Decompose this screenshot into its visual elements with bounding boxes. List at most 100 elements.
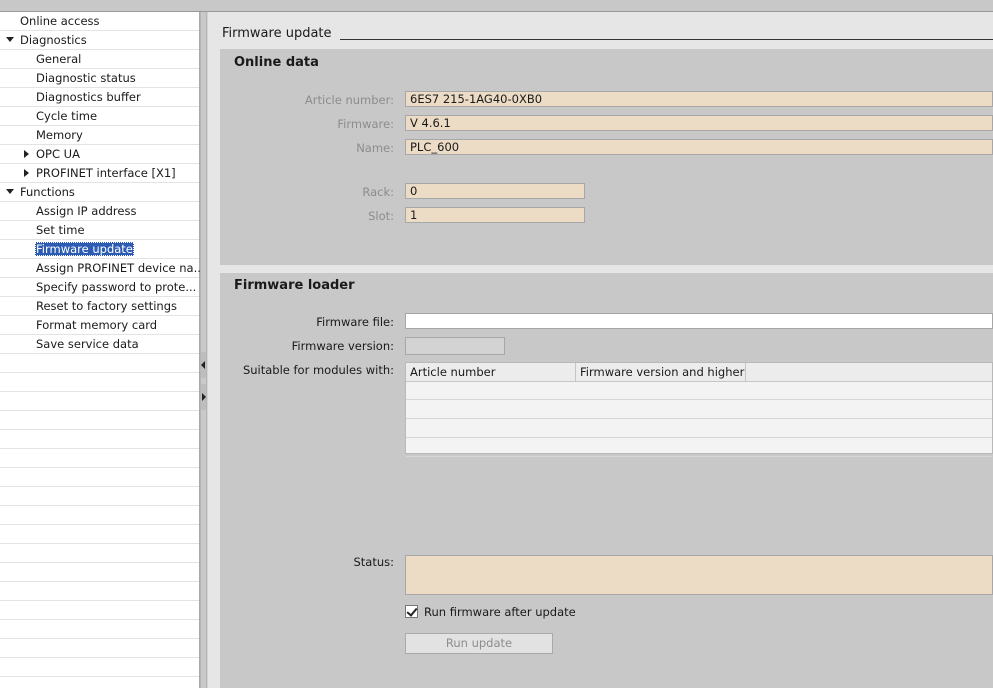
panel-splitter[interactable] [200, 12, 207, 688]
expand-down-icon[interactable] [6, 37, 14, 42]
navigation-tree: Online access Diagnostics General Diagno… [0, 12, 205, 688]
chevron-right-icon [202, 393, 206, 401]
article-number-field: 6ES7 215-1AG40-0XB0 [405, 91, 993, 107]
tree-item-opc-ua[interactable]: OPC UA [0, 145, 199, 164]
tree-empty-row [0, 563, 199, 582]
tree-empty-row [0, 411, 199, 430]
tree-empty-row [0, 373, 199, 392]
article-number-label: Article number: [304, 93, 394, 107]
tree-empty-row [0, 430, 199, 449]
tree-item-label: Assign PROFINET device na... [36, 261, 205, 275]
firmware-loader-section: Firmware loader Firmware file: Firmware … [220, 273, 993, 688]
suitable-modules-table[interactable]: Article number Firmware version and high… [405, 362, 993, 457]
tree-empty-row [0, 525, 199, 544]
table-header: Article number Firmware version and high… [406, 363, 992, 382]
table-row[interactable] [406, 438, 992, 457]
tree-item-format-memory-card[interactable]: Format memory card [0, 316, 199, 335]
table-row[interactable] [406, 419, 992, 438]
tree-empty-row [0, 468, 199, 487]
run-after-update-label[interactable]: Run firmware after update [424, 605, 576, 619]
tree-item-set-time[interactable]: Set time [0, 221, 199, 240]
name-field: PLC_600 [405, 139, 993, 155]
firmware-field: V 4.6.1 [405, 115, 993, 131]
online-data-section: Online data Article number: 6ES7 215-1AG… [220, 49, 993, 265]
tree-item-label: Cycle time [36, 109, 98, 123]
tree-empty-row [0, 620, 199, 639]
tree-empty-row [0, 449, 199, 468]
firmware-loader-title: Firmware loader [234, 278, 355, 293]
slot-field: 1 [405, 207, 585, 223]
expand-right-icon[interactable] [24, 169, 29, 177]
suitable-modules-label: Suitable for modules with: [242, 363, 394, 377]
tree-item-label: Diagnostics [20, 33, 87, 47]
chevron-left-icon [201, 361, 205, 369]
firmware-label: Firmware: [337, 117, 394, 131]
top-toolbar-strip [0, 0, 993, 12]
tree-item-label: Diagnostics buffer [36, 90, 141, 104]
tree-empty-row [0, 658, 199, 677]
tree-item-label: Functions [20, 185, 75, 199]
tree-empty-row [0, 582, 199, 601]
checkmark-icon [406, 605, 418, 617]
tree-item-online-access[interactable]: Online access [0, 12, 199, 31]
title-divider [332, 39, 993, 40]
tree-item-save-service-data[interactable]: Save service data [0, 335, 199, 354]
tree-item-label: Memory [36, 128, 83, 142]
table-row[interactable] [406, 400, 992, 419]
tree-empty-row [0, 544, 199, 563]
column-header-article-number[interactable]: Article number [406, 363, 576, 381]
tree-item-specify-password[interactable]: Specify password to prote... [0, 278, 199, 297]
tree-item-label: Diagnostic status [36, 71, 136, 85]
column-header-firmware-version[interactable]: Firmware version and higher [576, 363, 746, 381]
page-title: Firmware update [222, 26, 340, 42]
tree-item-label: OPC UA [36, 147, 80, 161]
online-data-title: Online data [234, 55, 319, 70]
firmware-version-label: Firmware version: [291, 339, 394, 353]
tree-item-reset-factory-settings[interactable]: Reset to factory settings [0, 297, 199, 316]
status-label: Status: [353, 555, 394, 569]
tree-empty-row [0, 487, 199, 506]
tree-empty-row [0, 601, 199, 620]
tree-item-functions[interactable]: Functions [0, 183, 199, 202]
tree-item-label: Save service data [36, 337, 139, 351]
rack-field: 0 [405, 183, 585, 199]
tree-item-general[interactable]: General [0, 50, 199, 69]
tree-item-diagnostics[interactable]: Diagnostics [0, 31, 199, 50]
name-label: Name: [356, 141, 394, 155]
firmware-file-label: Firmware file: [316, 315, 394, 329]
tree-item-diagnostics-buffer[interactable]: Diagnostics buffer [0, 88, 199, 107]
tree-item-label: Specify password to prote... [36, 280, 197, 294]
expand-down-icon[interactable] [6, 189, 14, 194]
tree-empty-row [0, 354, 199, 373]
collapse-left-button[interactable] [201, 352, 206, 378]
tree-empty-row [0, 506, 199, 525]
tree-item-label: Online access [20, 14, 100, 28]
tree-item-label: Format memory card [36, 318, 158, 332]
tree-item-firmware-update[interactable]: Firmware update [0, 240, 199, 259]
rack-label: Rack: [362, 185, 394, 199]
expand-right-icon[interactable] [24, 150, 29, 158]
tree-item-label: PROFINET interface [X1] [36, 166, 176, 180]
status-field [405, 555, 993, 595]
tree-item-label: Assign IP address [36, 204, 137, 218]
tree-item-memory[interactable]: Memory [0, 126, 199, 145]
tree-item-profinet-interface[interactable]: PROFINET interface [X1] [0, 164, 199, 183]
run-after-update-checkbox[interactable] [405, 605, 418, 618]
table-row[interactable] [406, 381, 992, 400]
firmware-version-field [405, 337, 505, 355]
tree-item-diagnostic-status[interactable]: Diagnostic status [0, 69, 199, 88]
tree-empty-row [0, 639, 199, 658]
tree-item-label: Set time [36, 223, 85, 237]
expand-right-button[interactable] [201, 384, 206, 410]
firmware-file-input[interactable] [405, 313, 993, 329]
slot-label: Slot: [368, 209, 394, 223]
main-content: Firmware update Online data Article numb… [208, 12, 993, 688]
tree-item-cycle-time[interactable]: Cycle time [0, 107, 199, 126]
tree-empty-row [0, 392, 199, 411]
tree-item-assign-ip-address[interactable]: Assign IP address [0, 202, 199, 221]
tree-item-label: General [36, 52, 82, 66]
tree-item-label-selected: Firmware update [35, 242, 134, 256]
tree-item-label: Reset to factory settings [36, 299, 177, 313]
tree-item-assign-profinet-device-name[interactable]: Assign PROFINET device na... [0, 259, 205, 278]
run-update-button[interactable]: Run update [405, 633, 553, 654]
